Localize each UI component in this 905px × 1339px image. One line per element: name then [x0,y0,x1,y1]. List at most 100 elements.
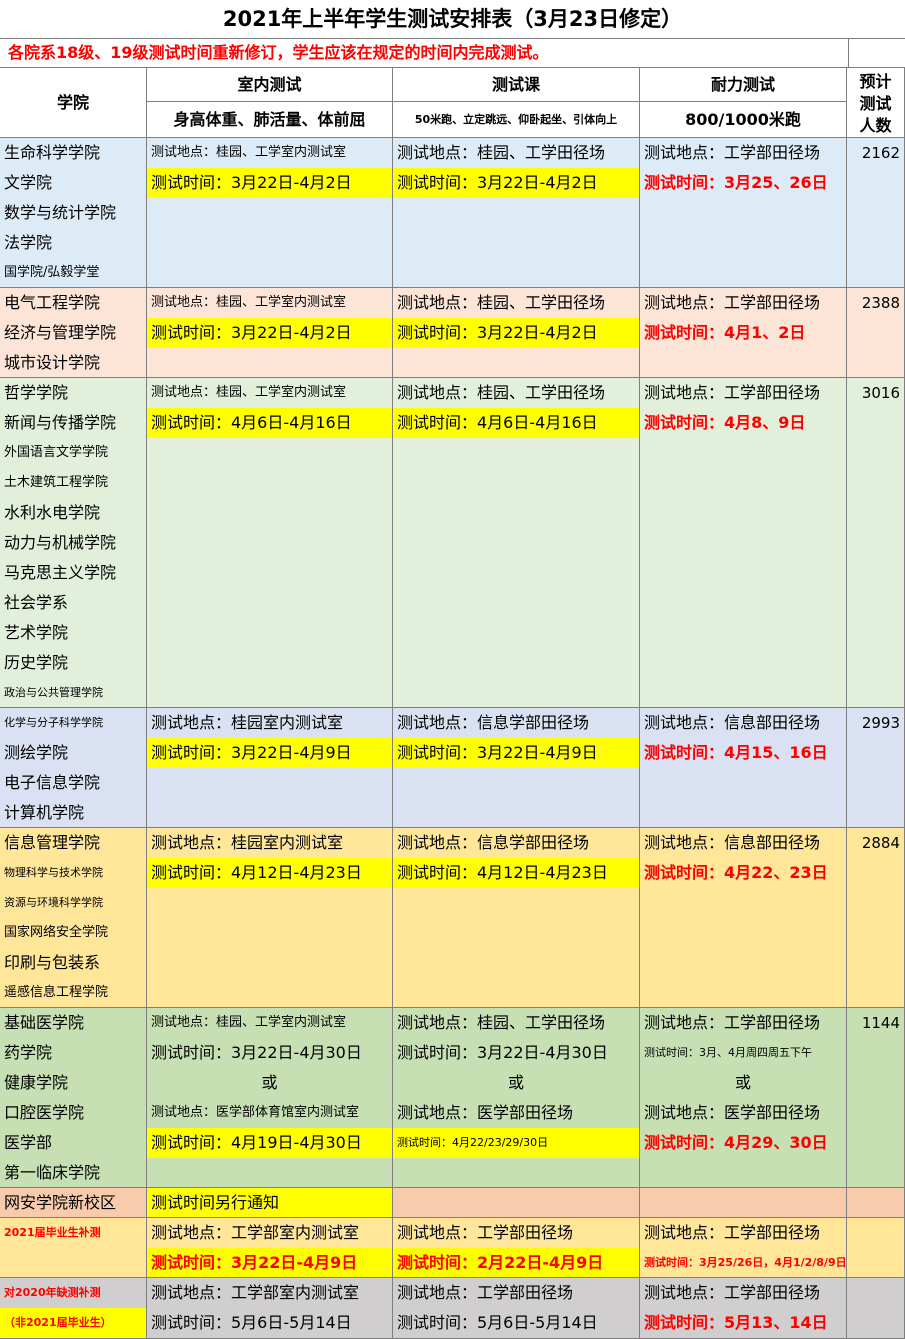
row-4-colleges-cell: 化学与分子科学学院 测绘学院 电子信息学院 计算机学院 [0,708,147,828]
course-test-location: 测试地点：桂园、工学田径场 [397,143,606,162]
course-test-location: 测试地点：医学部田径场 [397,1103,574,1122]
row-5-endurance-cell: 测试地点：信息部田径场 测试时间：4月22、23日 [640,828,847,1008]
college-name: 化学与分子科学学院 [4,716,103,729]
header-endurance-items: 800/1000米跑 [640,102,847,138]
indoor-test-time: 测试时间：3月22日-4月2日 [147,318,392,348]
row-1-endurance-cell: 测试地点：工学部田径场 测试时间：3月25、26日 [640,138,847,288]
row-2-count-cell: 2388 [847,288,905,378]
endurance-test-location: 测试地点：工学部田径场 [644,1223,821,1242]
indoor-test-time: 测试时间：4月19日-4月30日 [147,1128,392,1158]
row-3-indoor-cell: 测试地点：桂园、工学室内测试室 测试时间：4月6日-4月16日 [147,378,393,708]
indoor-test-time: 测试时间：4月6日-4月16日 [147,408,392,438]
course-test-location: 测试地点：信息学部田径场 [397,833,590,852]
row-5-colleges-cell: 信息管理学院 物理科学与技术学院 资源与环境科学学院 国家网络安全学院 印刷与包装系 遥感… [0,828,147,1008]
or-separator: 或 [734,1073,751,1092]
indoor-test-location: 测试地点：桂园室内测试室 [151,833,344,852]
header-expected-count: 预计 测试 人数 [847,68,905,138]
college-name: 外国语言文学学院 [4,445,109,460]
college-name: 第一临床学院 [4,1163,101,1182]
indoor-test-time: 测试时间：3月22日-4月9日 [147,1248,392,1277]
course-test-time: 测试时间：4月22/23/29/30日 [393,1128,639,1158]
row-4-course-cell: 测试地点：信息学部田径场 测试时间：3月22日-4月9日 [393,708,640,828]
row-4-endurance-cell: 测试地点：信息部田径场 测试时间：4月15、16日 [640,708,847,828]
endurance-test-location: 测试地点：工学部田径场 [644,293,821,312]
course-test-time: 测试时间：3月22日-4月30日 [397,1043,608,1062]
college-name: 药学院 [4,1043,53,1062]
endurance-test-location: 测试地点：信息部田径场 [644,713,821,732]
college-name: 印刷与包装系 [4,953,101,972]
college-name: 艺术学院 [4,623,69,642]
college-name: 对2020年缺测补测 [4,1286,101,1299]
header-endurance: 耐力测试 [640,68,847,102]
college-name: 哲学学院 [4,383,69,402]
schedule-sheet: 2021年上半年学生测试安排表（3月23日修定） 各院系18级、19级测试时间重… [0,0,905,1339]
college-name: 历史学院 [4,653,69,672]
row-4-count-cell: 2993 [847,708,905,828]
endurance-test-time: 测试时间：4月15、16日 [644,743,828,762]
row-5-count-cell: 2884 [847,828,905,1008]
header-indoor-items: 身高体重、肺活量、体前屈 [147,102,393,138]
college-name: 遥感信息工程学院 [4,985,109,1000]
row-2-indoor-cell: 测试地点：桂园、工学室内测试室 测试时间：3月22日-4月2日 [147,288,393,378]
row-2-course-cell: 测试地点：桂园、工学田径场 测试时间：3月22日-4月2日 [393,288,640,378]
expected-count-value: 2993 [861,714,900,732]
row-1-indoor-cell: 测试地点：桂园、工学室内测试室 测试时间：3月22日-4月2日 [147,138,393,288]
revision-notice: 各院系18级、19级测试时间重新修订，学生应该在规定的时间内完成测试。 [0,38,848,68]
row-9-count-cell [847,1278,905,1339]
header-course-items: 50米跑、立定跳远、仰卧起坐、引体向上 [393,102,640,138]
indoor-test-location: 测试地点：桂园、工学室内测试室 [151,1015,347,1030]
expected-count-value: 1144 [861,1014,900,1032]
college-name: 口腔医学院 [4,1103,85,1122]
college-name: 电气工程学院 [4,293,101,312]
row-7-course-cell [393,1188,640,1218]
row-2-colleges-cell: 电气工程学院 经济与管理学院 城市设计学院 [0,288,147,378]
row-5-indoor-cell: 测试地点：桂园室内测试室 测试时间：4月12日-4月23日 [147,828,393,1008]
header-college: 学院 [0,68,147,138]
indoor-test-time: 测试时间：3月22日-4月2日 [147,168,392,198]
header-count-line: 预计 [859,72,892,91]
row-7-endurance-cell [640,1188,847,1218]
course-test-location: 测试地点：工学部田径场 [397,1223,574,1242]
expected-count-value: 2884 [861,834,900,852]
indoor-test-location: 测试地点：工学部室内测试室 [151,1223,360,1242]
header-indoor: 室内测试 [147,68,393,102]
indoor-test-time: 测试时间：3月22日-4月9日 [147,738,392,768]
college-name: 物理科学与技术学院 [4,866,103,879]
indoor-test-location: 测试地点：桂园室内测试室 [151,713,344,732]
row-8-count-cell [847,1218,905,1278]
endurance-test-location: 测试地点：工学部田径场 [644,1283,821,1302]
college-name: 测绘学院 [4,743,69,762]
row-9-endurance-cell: 测试地点：工学部田径场 测试时间：5月13、14日 [640,1278,847,1339]
indoor-test-time: 测试时间：3月22日-4月30日 [151,1043,362,1062]
course-test-time: 测试时间：3月22日-4月9日 [393,738,639,768]
endurance-test-time: 测试时间：4月22、23日 [644,863,828,882]
college-name: 2021届毕业生补测 [4,1226,101,1239]
row-6-course-cell: 测试地点：桂园、工学田径场 测试时间：3月22日-4月30日或测试地点：医学部田径… [393,1008,640,1188]
endurance-test-location: 测试地点：医学部田径场 [644,1103,821,1122]
college-name: 政治与公共管理学院 [4,686,103,699]
indoor-test-location: 测试地点：医学部体育馆室内测试室 [151,1105,360,1120]
row-3-count-cell: 3016 [847,378,905,708]
indoor-test-time: 测试时间另行通知 [147,1188,392,1217]
row-1-colleges-cell: 生命科学学院 文学院 数学与统计学院 法学院 国学院/弘毅学堂 [0,138,147,288]
college-name: 医学部 [4,1133,53,1152]
header-course: 测试课 [393,68,640,102]
row-6-count-cell: 1144 [847,1008,905,1188]
row-1-course-cell: 测试地点：桂园、工学田径场 测试时间：3月22日-4月2日 [393,138,640,288]
college-name: 城市设计学院 [4,353,101,372]
college-name: 国学院/弘毅学堂 [4,265,100,280]
row-3-course-cell: 测试地点：桂园、工学田径场测试时间：4月6日-4月16日 [393,378,640,708]
college-name: 生命科学学院 [4,143,101,162]
course-test-location: 测试地点：桂园、工学田径场 [397,383,606,402]
row-7-colleges-cell: 网安学院新校区 [0,1188,147,1218]
endurance-test-location: 测试地点：工学部田径场 [644,1013,821,1032]
course-test-time: 测试时间：2月22日-4月9日 [393,1248,639,1277]
course-test-time: 测试时间：4月6日-4月16日 [393,408,639,438]
row-4-indoor-cell: 测试地点：桂园室内测试室测试时间：3月22日-4月9日 [147,708,393,828]
row-3-colleges-cell: 哲学学院 新闻与传播学院 外国语言文学学院 土木建筑工程学院 水利水电学院 动力与机械学院… [0,378,147,708]
college-name: 网安学院新校区 [4,1193,117,1212]
college-name: 马克思主义学院 [4,563,117,582]
endurance-test-time: 测试时间：3月25/26日，4月1/2/8/9日 [644,1256,846,1269]
college-name: 资源与环境科学学院 [4,896,103,909]
college-name: 国家网络安全学院 [4,925,109,940]
